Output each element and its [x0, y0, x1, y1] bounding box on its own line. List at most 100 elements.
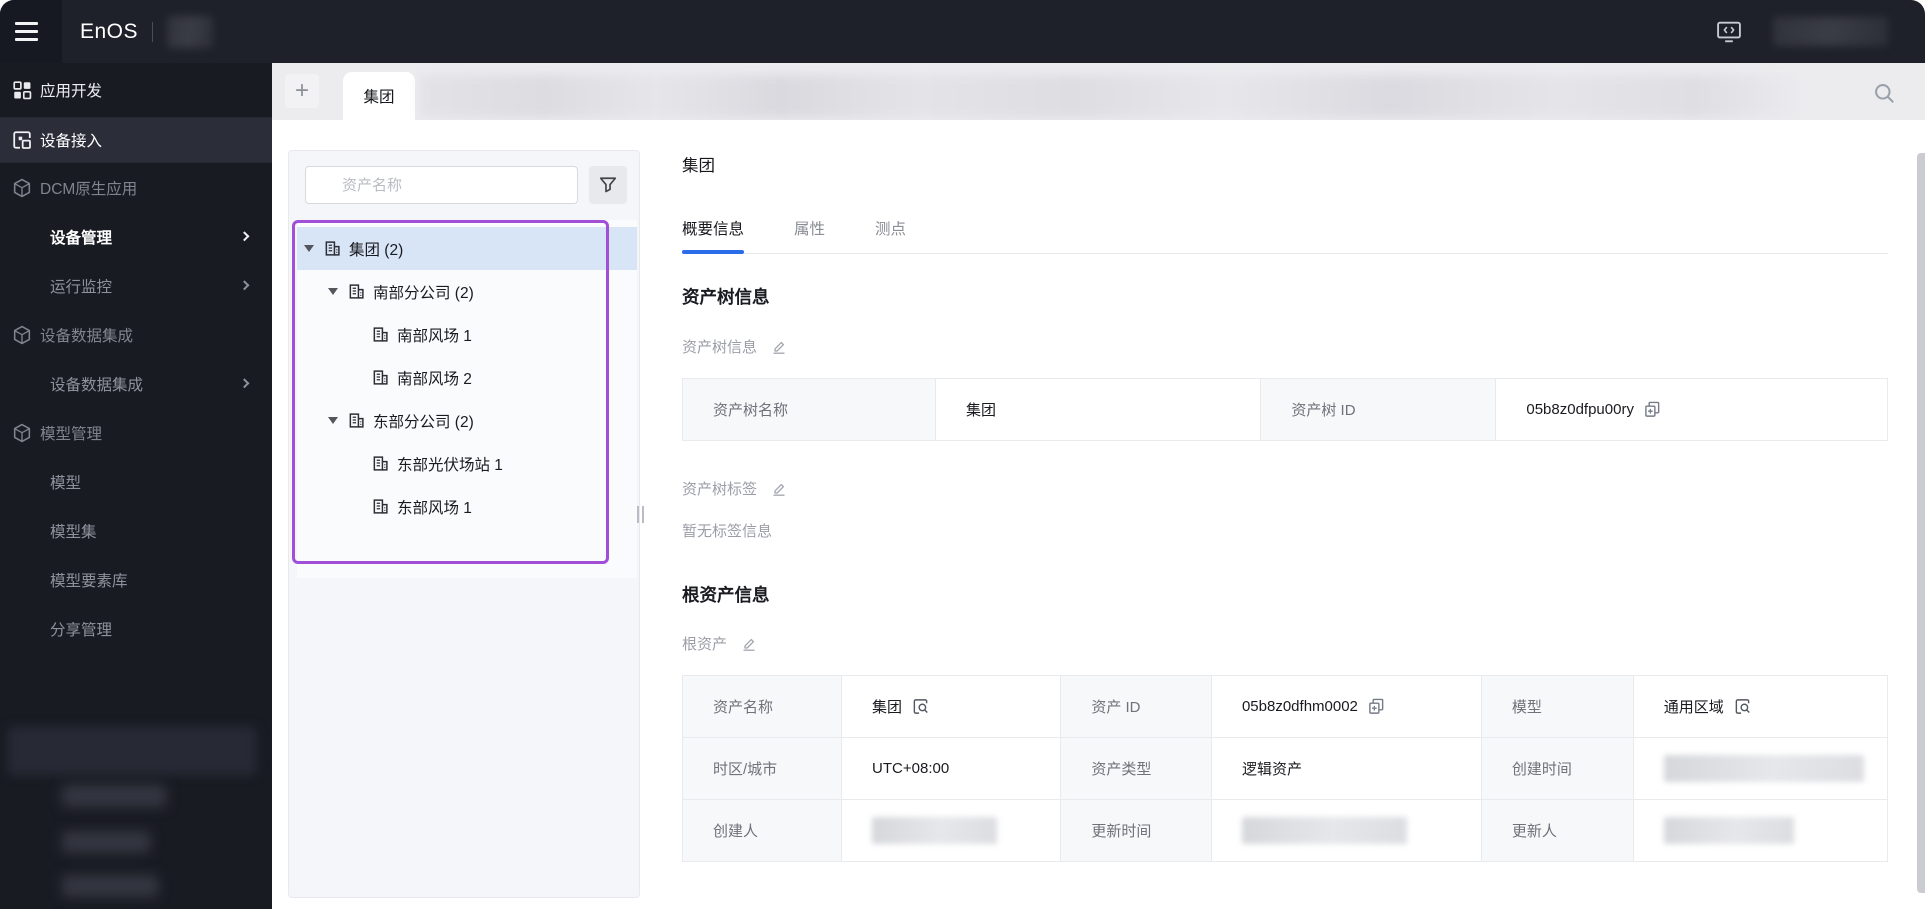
updater-value [1632, 799, 1889, 862]
new-tab-button[interactable]: + [285, 74, 319, 108]
sidebar-item-model[interactable]: 模型 [0, 457, 272, 506]
sidebar-section-device-data-integration[interactable]: 设备数据集成 [0, 310, 272, 359]
asset-detail-pane: 集团 概要信息 属性 测点 资产树信息 资产树信息 资产树名称 集团 资产树 I… [681, 120, 1889, 862]
tree-node-group[interactable]: 集团 (2) [297, 227, 637, 270]
asset-name-search-input[interactable] [305, 166, 578, 204]
sidebar-item-operation-monitoring[interactable]: 运行监控 [0, 261, 272, 310]
filter-button[interactable] [589, 166, 627, 204]
building-icon [373, 499, 388, 514]
model-label: 模型 [1480, 675, 1634, 738]
create-time-label: 创建时间 [1480, 737, 1634, 800]
copy-icon[interactable] [1368, 698, 1385, 715]
search-icon[interactable] [1872, 81, 1896, 105]
enos-logo: EnOS [80, 19, 139, 43]
table-row: 创建人 更新时间 更新人 [681, 799, 1889, 862]
edit-pencil-icon[interactable] [741, 636, 757, 652]
asset-tree-name-label: 资产树名称 [681, 378, 937, 441]
edit-pencil-icon[interactable] [771, 481, 787, 497]
funnel-icon [599, 177, 617, 193]
asset-type-value: 逻辑资产 [1210, 737, 1482, 800]
developer-console-icon[interactable] [1717, 21, 1741, 43]
building-icon [373, 327, 388, 342]
timezone-label: 时区/城市 [681, 737, 843, 800]
model-value: 通用区域 [1632, 675, 1889, 738]
section-root-asset-info: 根资产信息 [682, 585, 770, 605]
detail-tabs: 概要信息 属性 测点 [682, 219, 1888, 254]
tab-measure-points[interactable]: 测点 [875, 219, 906, 240]
sidebar-item-device-management[interactable]: 设备管理 [0, 212, 272, 261]
tree-node-south-branch[interactable]: 南部分公司 (2) [297, 270, 637, 313]
cube-icon [13, 423, 31, 442]
asset-tree-name-value: 集团 [935, 378, 1262, 441]
asset-name-value: 集团 [841, 675, 1062, 738]
section-asset-tree-info: 资产树信息 [682, 287, 770, 307]
asset-tree-id-value: 05b8z0dfpu00ry [1495, 378, 1888, 441]
device-access-icon [13, 131, 31, 149]
topbar-divider [152, 21, 154, 42]
building-icon [349, 284, 364, 299]
redacted-value [1663, 817, 1794, 844]
copy-icon[interactable] [1644, 401, 1661, 418]
edit-pencil-icon[interactable] [771, 339, 787, 355]
redacted-user-account[interactable] [1773, 17, 1888, 46]
tree-node-south-windfarm-1[interactable]: 南部风场 1 [297, 313, 637, 356]
timezone-value: UTC+08:00 [841, 737, 1062, 800]
asset-id-value: 05b8z0dfhm0002 [1210, 675, 1482, 738]
creator-label: 创建人 [681, 799, 843, 862]
table-row: 资产树名称 集团 资产树 ID 05b8z0dfpu00ry [681, 378, 1888, 441]
asset-name-label: 资产名称 [681, 675, 843, 738]
no-tags-message: 暂无标签信息 [682, 523, 773, 540]
root-asset-info-table: 资产名称 集团 资产 ID 05b8z0dfhm0002 模型 通用区域 时区/… [681, 675, 1889, 862]
redacted-sidebar-highlight[interactable] [8, 727, 256, 775]
vertical-scrollbar[interactable] [1917, 153, 1925, 893]
redacted-value [1663, 755, 1864, 782]
asset-type-label: 资产类型 [1060, 737, 1212, 800]
panel-resize-handle[interactable] [637, 506, 644, 523]
sidebar-item-device-data-integration[interactable]: 设备数据集成 [0, 359, 272, 408]
cube-icon [13, 325, 31, 344]
creator-value [841, 799, 1062, 862]
sidebar-section-model-management[interactable]: 模型管理 [0, 408, 272, 457]
asset-tree: 集团 (2) 南部分公司 (2) 南部风场 1 南部风场 2 东部分公司 (2)… [297, 220, 637, 578]
sidebar-item-app-development[interactable]: 应用开发 [0, 63, 272, 118]
building-icon [325, 241, 340, 256]
caret-down-icon[interactable] [304, 245, 314, 252]
tab-overview[interactable]: 概要信息 [682, 219, 745, 254]
tree-node-east-windfarm-1[interactable]: 东部风场 1 [297, 485, 637, 528]
hamburger-menu-button[interactable] [0, 0, 62, 63]
update-time-label: 更新时间 [1060, 799, 1212, 862]
page-title: 集团 [682, 157, 715, 175]
tree-node-east-branch[interactable]: 东部分公司 (2) [297, 399, 637, 442]
asset-tree-id-label: 资产树 ID [1260, 378, 1497, 441]
asset-id-label: 资产 ID [1060, 675, 1212, 738]
caret-down-icon[interactable] [328, 417, 338, 424]
chevron-right-icon [239, 279, 250, 290]
sidebar-item-model-set[interactable]: 模型集 [0, 506, 272, 555]
topbar: EnOS [0, 0, 1925, 63]
sidebar-item-device-connection[interactable]: 设备接入 [0, 118, 272, 163]
workspace-tabbar: + 集团 [272, 63, 1925, 120]
sidebar-section-dcm-native-app[interactable]: DCM原生应用 [0, 163, 272, 212]
preview-icon[interactable] [1734, 698, 1751, 715]
preview-icon[interactable] [912, 698, 929, 715]
caret-down-icon[interactable] [328, 288, 338, 295]
create-time-value [1632, 737, 1889, 800]
building-icon [373, 370, 388, 385]
redacted-inactive-tabs[interactable] [420, 75, 1807, 118]
building-icon [373, 456, 388, 471]
asset-tree-info-label: 资产树信息 [682, 339, 758, 356]
tab-attributes[interactable]: 属性 [794, 219, 825, 240]
tree-node-east-pv-station-1[interactable]: 东部光伏场站 1 [297, 442, 637, 485]
table-row: 时区/城市 UTC+08:00 资产类型 逻辑资产 创建时间 [681, 737, 1889, 800]
tree-node-south-windfarm-2[interactable]: 南部风场 2 [297, 356, 637, 399]
table-row: 资产名称 集团 资产 ID 05b8z0dfhm0002 模型 通用区域 [681, 675, 1889, 738]
asset-tree-tags-label: 资产树标签 [682, 481, 758, 498]
chevron-right-icon [239, 377, 250, 388]
tab-group[interactable]: 集团 [343, 72, 415, 120]
sidebar-item-model-element-library[interactable]: 模型要素库 [0, 555, 272, 604]
redacted-value [1241, 817, 1407, 844]
sidebar-item-share-management[interactable]: 分享管理 [0, 604, 272, 653]
update-time-value [1210, 799, 1482, 862]
apps-icon [13, 81, 32, 100]
asset-tree-info-table: 资产树名称 集团 资产树 ID 05b8z0dfpu00ry [681, 378, 1888, 441]
